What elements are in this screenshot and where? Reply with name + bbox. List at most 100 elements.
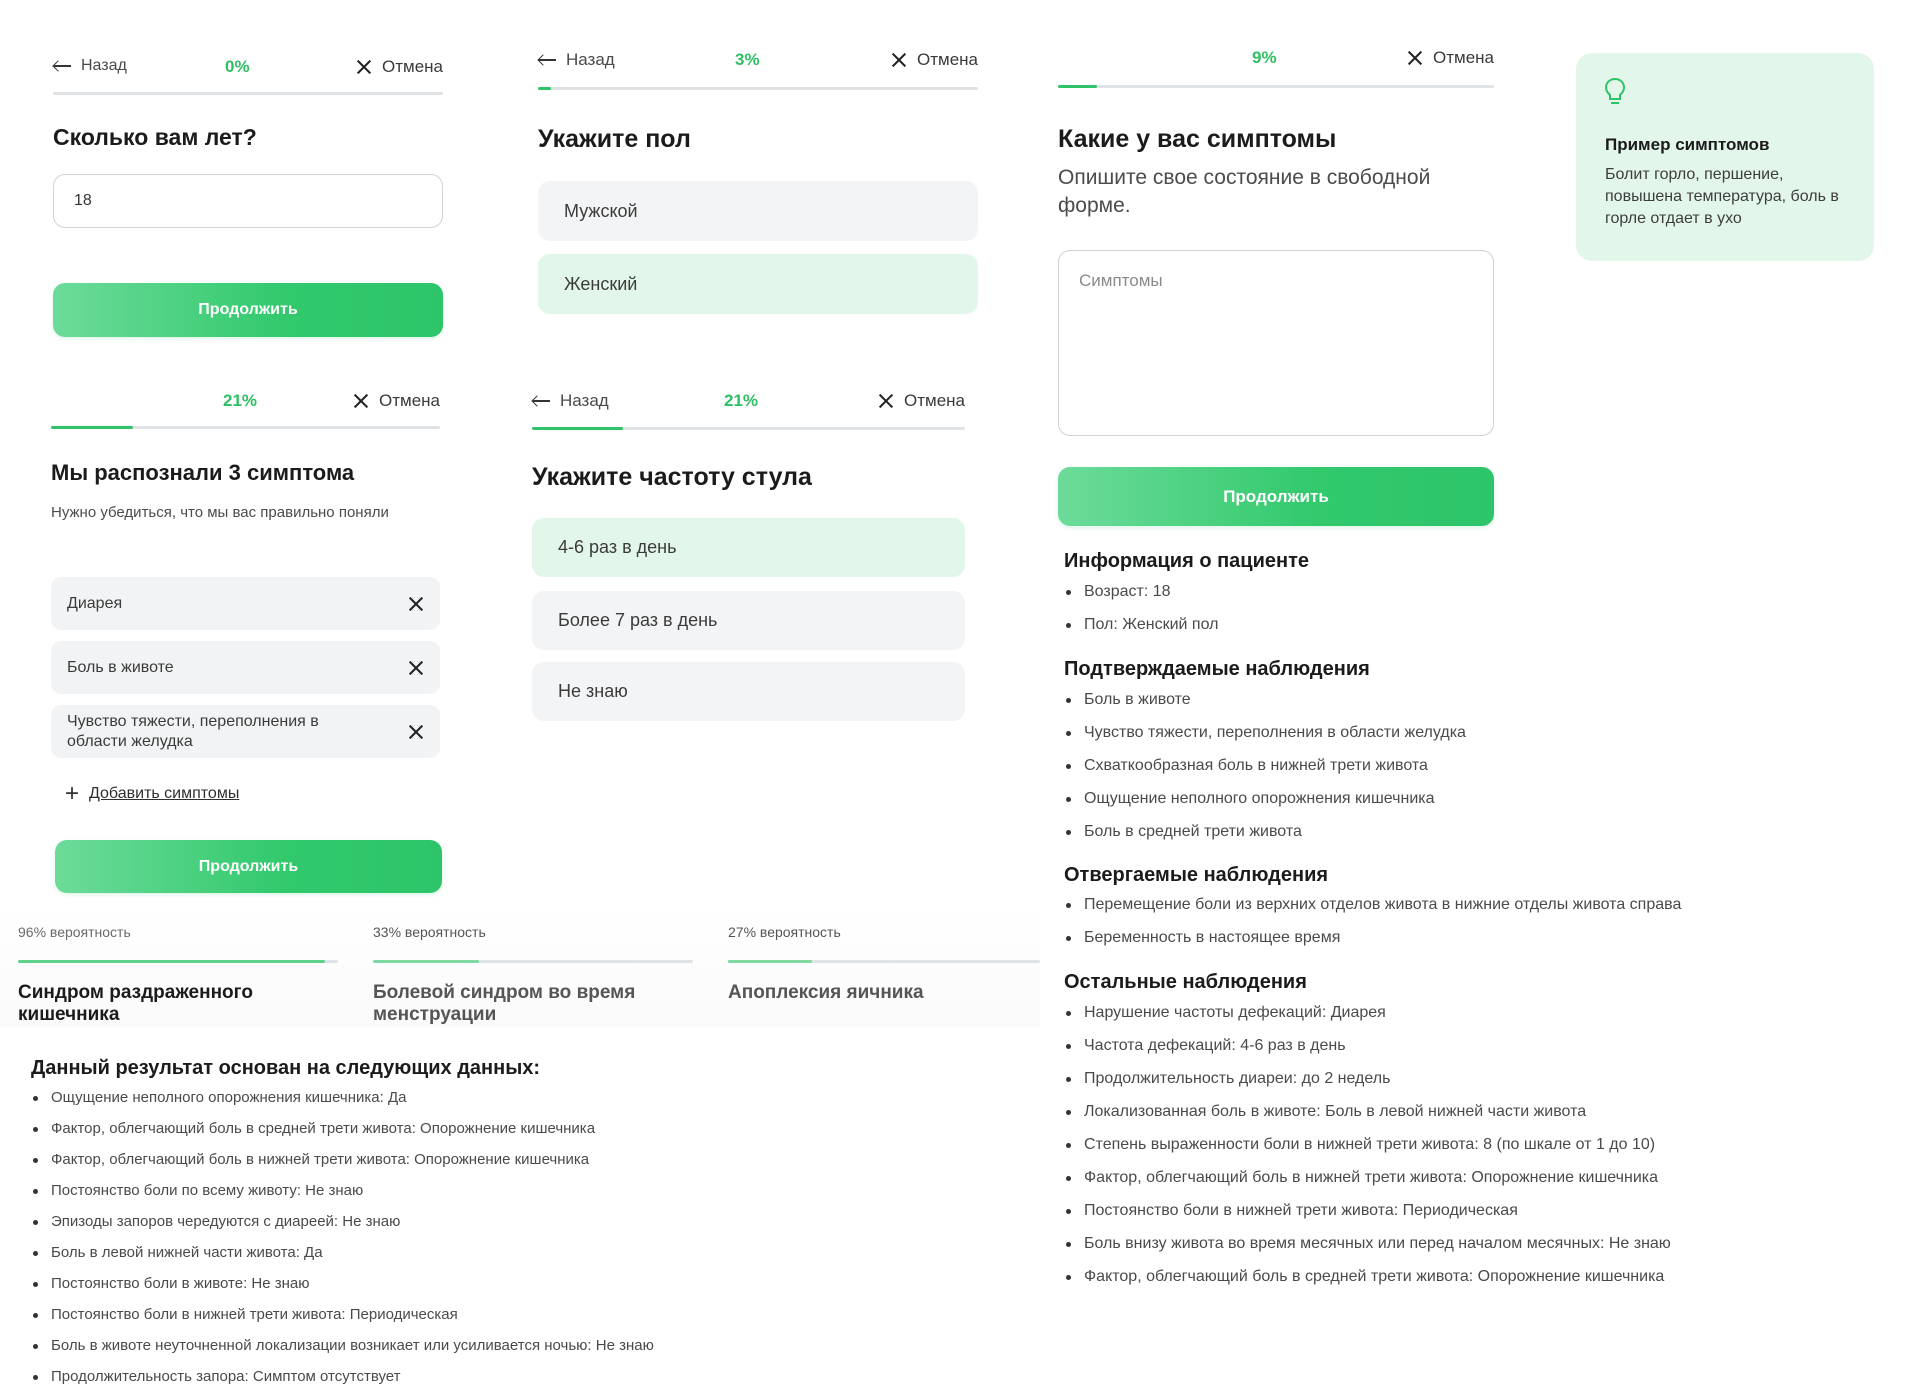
cancel-button[interactable]: Отмена bbox=[891, 50, 978, 70]
back-button[interactable]: Назад bbox=[532, 391, 609, 411]
tip-text: Болит горло, першение, повышена температ… bbox=[1605, 166, 1839, 227]
other-title: Остальные наблюдения bbox=[1064, 971, 1307, 993]
result-card[interactable]: 33% вероятность Болевой синдром во время… bbox=[373, 924, 693, 1025]
symptoms-topbar: 9% Отмена bbox=[1058, 48, 1494, 88]
gender-topbar: Назад 3% Отмена bbox=[538, 50, 978, 90]
probability-label: 27% вероятность bbox=[728, 924, 841, 940]
list-item: Постоянство боли в нижней трети живота: … bbox=[1064, 1201, 1671, 1234]
confirmed-list: Боль в животе Чувство тяжести, переполнен… bbox=[1064, 690, 1466, 855]
remove-icon[interactable] bbox=[408, 596, 424, 612]
progress-bar bbox=[538, 87, 978, 90]
progress-bar bbox=[53, 92, 443, 95]
remove-icon[interactable] bbox=[408, 724, 424, 740]
gender-option-female[interactable]: Женский bbox=[538, 254, 978, 314]
probability-bar bbox=[373, 960, 693, 963]
symptoms-textarea[interactable]: Симптомы bbox=[1058, 250, 1494, 436]
lightbulb-icon bbox=[1604, 77, 1626, 104]
list-item: Боль в животе bbox=[1064, 690, 1466, 723]
page-subtitle: Опишите свое состояние в свободной форме… bbox=[1058, 166, 1431, 217]
symptom-chip[interactable]: Боль в животе bbox=[51, 641, 440, 694]
plus-icon: + bbox=[65, 780, 80, 807]
back-button[interactable]: Назад bbox=[53, 57, 127, 75]
close-icon bbox=[356, 59, 372, 75]
list-item: Боль в животе неуточненной локализации в… bbox=[31, 1336, 654, 1367]
add-symptoms-link[interactable]: + Добавить симптомы bbox=[65, 780, 239, 807]
gender-option-male[interactable]: Мужской bbox=[538, 181, 978, 241]
list-item: Фактор, облегчающий боль в средней трети… bbox=[31, 1119, 654, 1150]
rejected-title: Отвергаемые наблюдения bbox=[1064, 864, 1329, 886]
basis-title: Данный результат основан на следующих да… bbox=[31, 1057, 541, 1079]
stool-topbar: Назад 21% Отмена bbox=[532, 391, 965, 431]
close-icon bbox=[353, 393, 369, 409]
page-title: Какие у вас симптомы bbox=[1058, 125, 1337, 153]
result-card[interactable]: 27% вероятность Апоплексия яичника bbox=[728, 924, 1040, 1003]
result-card[interactable]: 96% вероятность Синдром раздраженного ки… bbox=[18, 924, 338, 1025]
list-item: Ощущение неполного опорожнения кишечника bbox=[1064, 789, 1466, 822]
list-item: Частота дефекаций: 4-6 раз в день bbox=[1064, 1036, 1671, 1069]
progress-bar bbox=[1058, 85, 1494, 88]
recognized-topbar: 21% Отмена bbox=[51, 391, 440, 431]
probability-label: 33% вероятность bbox=[373, 924, 486, 940]
cancel-button[interactable]: Отмена bbox=[1407, 48, 1494, 68]
cancel-button[interactable]: Отмена bbox=[878, 391, 965, 411]
diagnosis-name: Синдром раздраженного кишечника bbox=[18, 982, 253, 1025]
page-title: Сколько вам лет? bbox=[53, 124, 257, 150]
list-item: Локализованная боль в животе: Боль в лев… bbox=[1064, 1102, 1671, 1135]
list-item: Продолжительность запора: Симптом отсутс… bbox=[31, 1367, 654, 1398]
page-title: Укажите пол bbox=[538, 125, 691, 153]
stool-option-7-plus[interactable]: Более 7 раз в день bbox=[532, 591, 965, 650]
continue-button[interactable]: Продолжить bbox=[55, 840, 442, 893]
arrow-left-icon bbox=[538, 54, 556, 66]
close-icon bbox=[1407, 50, 1423, 66]
list-item: Пол: Женский пол bbox=[1064, 615, 1218, 648]
continue-button[interactable]: Продолжить bbox=[1058, 467, 1494, 526]
other-list: Нарушение частоты дефекаций: Диарея Часто… bbox=[1064, 1003, 1671, 1300]
arrow-left-icon bbox=[53, 60, 71, 72]
list-item: Постоянство боли по всему животу: Не зна… bbox=[31, 1181, 654, 1212]
list-item: Фактор, облегчающий боль в нижней трети … bbox=[31, 1150, 654, 1181]
probability-bar bbox=[18, 960, 338, 963]
list-item: Чувство тяжести, переполнения в области … bbox=[1064, 723, 1466, 756]
tip-card: Пример симптомов Болит горло, першение, … bbox=[1576, 53, 1874, 261]
symptom-chip[interactable]: Диарея bbox=[51, 577, 440, 630]
cancel-button[interactable]: Отмена bbox=[356, 57, 443, 77]
diagnosis-name: Болевой синдром во время менструации bbox=[373, 982, 636, 1025]
progress-bar bbox=[532, 427, 965, 430]
list-item: Степень выраженности боли в нижней трети… bbox=[1064, 1135, 1671, 1168]
page-title: Мы распознали 3 симптома bbox=[51, 460, 355, 485]
progress-label: 21% bbox=[724, 391, 759, 410]
list-item: Эпизоды запоров чередуются с диареей: Не… bbox=[31, 1212, 654, 1243]
list-item: Беременность в настоящее время bbox=[1064, 928, 1681, 961]
list-item: Нарушение частоты дефекаций: Диарея bbox=[1064, 1003, 1671, 1036]
progress-label: 21% bbox=[223, 391, 258, 410]
page-title: Укажите частоту стула bbox=[532, 463, 812, 491]
arrow-left-icon bbox=[532, 395, 550, 407]
progress-label: 0% bbox=[225, 57, 250, 76]
list-item: Перемещение боли из верхних отделов живо… bbox=[1064, 895, 1681, 928]
rejected-list: Перемещение боли из верхних отделов живо… bbox=[1064, 895, 1681, 961]
list-item: Боль в средней трети живота bbox=[1064, 822, 1466, 855]
symptom-chip[interactable]: Чувство тяжести, переполнения в области … bbox=[51, 705, 440, 758]
close-icon bbox=[878, 393, 894, 409]
cancel-button[interactable]: Отмена bbox=[353, 391, 440, 411]
continue-button[interactable]: Продолжить bbox=[53, 283, 443, 337]
stool-option-unknown[interactable]: Не знаю bbox=[532, 662, 965, 721]
diagnosis-name: Апоплексия яичника bbox=[728, 982, 924, 1003]
patient-info-list: Возраст: 18 Пол: Женский пол bbox=[1064, 582, 1218, 648]
page-subtitle: Нужно убедиться, что мы вас правильно по… bbox=[51, 504, 389, 521]
remove-icon[interactable] bbox=[408, 660, 424, 676]
back-button[interactable]: Назад bbox=[538, 50, 615, 70]
tip-title: Пример симптомов bbox=[1605, 135, 1770, 154]
progress-bar bbox=[51, 426, 440, 429]
list-item: Возраст: 18 bbox=[1064, 582, 1218, 615]
confirmed-title: Подтверждаемые наблюдения bbox=[1064, 658, 1370, 680]
stool-option-4-6[interactable]: 4-6 раз в день bbox=[532, 518, 965, 577]
patient-info-title: Информация о пациенте bbox=[1064, 550, 1310, 572]
list-item: Фактор, облегчающий боль в нижней трети … bbox=[1064, 1168, 1671, 1201]
probability-bar bbox=[728, 960, 1040, 963]
list-item: Фактор, облегчающий боль в средней трети… bbox=[1064, 1267, 1671, 1300]
age-input[interactable]: 18 bbox=[53, 174, 443, 228]
list-item: Постоянство боли в нижней трети живота: … bbox=[31, 1305, 654, 1336]
list-item: Постоянство боли в животе: Не знаю bbox=[31, 1274, 654, 1305]
list-item: Схваткообразная боль в нижней трети живо… bbox=[1064, 756, 1466, 789]
